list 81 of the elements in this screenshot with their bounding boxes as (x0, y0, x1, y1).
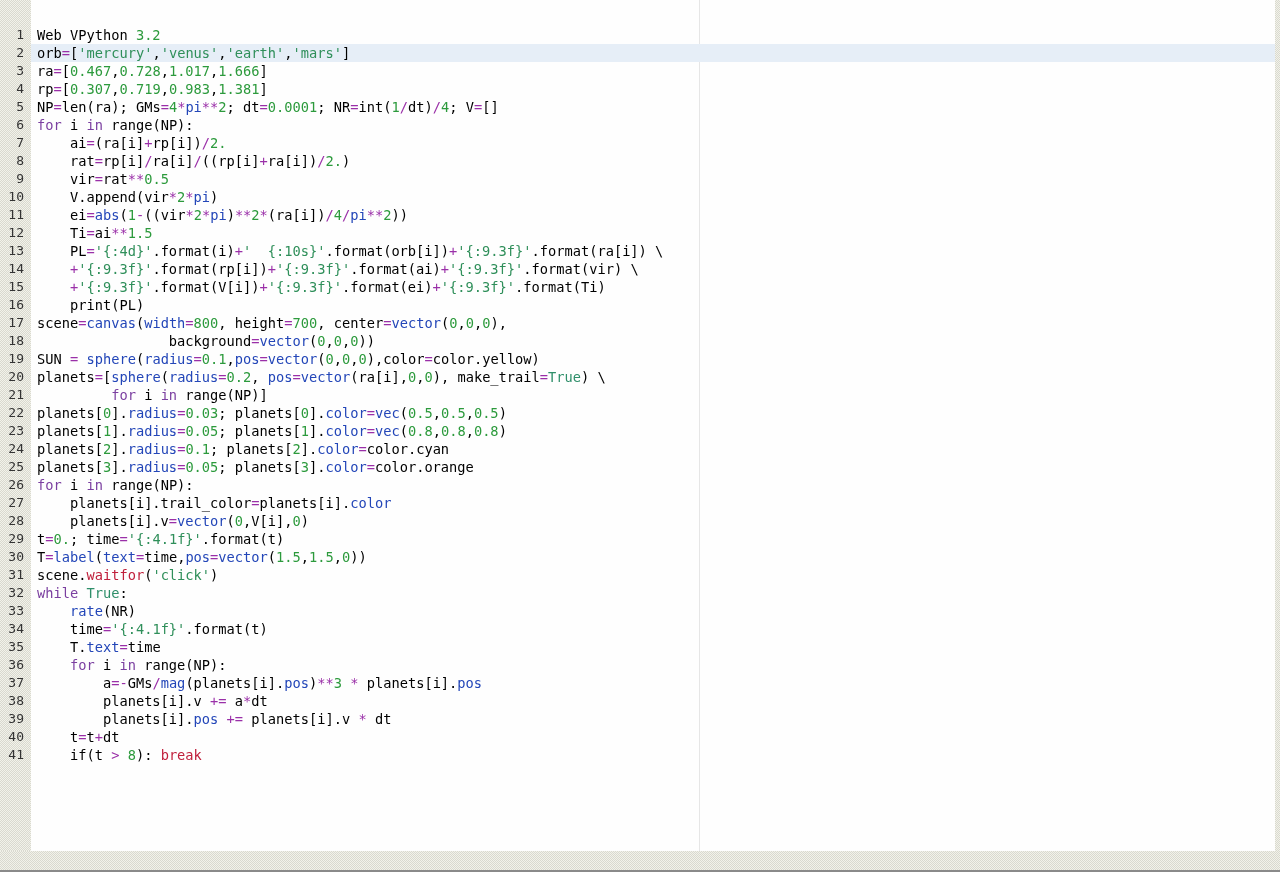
line-number: 14 (7, 260, 25, 278)
code-line[interactable]: Ti=ai**1.5 (31, 224, 1275, 242)
code-line[interactable]: SUN = sphere(radius=0.1,pos=vector(0,0,0),color=color.yellow) (31, 350, 1275, 368)
line-number: 37 (7, 674, 25, 692)
code-line[interactable]: V.append(vir*2*pi) (31, 188, 1275, 206)
code-line[interactable]: rate(NR) (31, 602, 1275, 620)
line-number: 20 (7, 368, 25, 386)
code-line[interactable]: planets[i].pos += planets[i].v * dt (31, 710, 1275, 728)
code-line[interactable]: scene=canvas(width=800, height=700, center=vector(0,0,0), (31, 314, 1275, 332)
line-number: 35 (7, 638, 25, 656)
code-line[interactable]: planets[1].radius=0.05; planets[1].color=vec(0.8,0.8,0.8) (31, 422, 1275, 440)
line-number: 33 (7, 602, 25, 620)
line-number: 5 (15, 98, 25, 116)
line-number: 34 (7, 620, 25, 638)
line-number: 32 (7, 584, 25, 602)
code-line[interactable]: while True: (31, 584, 1275, 602)
code-line[interactable]: for i in range(NP): (31, 116, 1275, 134)
code-line[interactable]: time='{:4.1f}'.format(t) (31, 620, 1275, 638)
line-number: 17 (7, 314, 25, 332)
line-number: 12 (7, 224, 25, 242)
line-number: 4 (15, 80, 25, 98)
code-line[interactable]: print(PL) (31, 296, 1275, 314)
line-number: 38 (7, 692, 25, 710)
line-number: 13 (7, 242, 25, 260)
code-line[interactable]: if(t > 8): break (31, 746, 1275, 764)
line-number: 11 (7, 206, 25, 224)
code-line[interactable]: planets[i].v += a*dt (31, 692, 1275, 710)
line-number: 10 (7, 188, 25, 206)
line-number: 29 (7, 530, 25, 548)
code-line[interactable]: for i in range(NP): (31, 656, 1275, 674)
line-number: 19 (7, 350, 25, 368)
line-number: 3 (15, 62, 25, 80)
code-line[interactable]: +'{:9.3f}'.format(V[i])+'{:9.3f}'.format(ei)+'{:9.3f}'.format(Ti) (31, 278, 1275, 296)
line-number: 24 (7, 440, 25, 458)
line-number: 16 (7, 296, 25, 314)
line-number: 25 (7, 458, 25, 476)
line-number: 7 (15, 134, 25, 152)
code-line[interactable]: ei=abs(1-((vir*2*pi)**2*(ra[i])/4/pi**2)) (31, 206, 1275, 224)
line-number: 39 (7, 710, 25, 728)
line-number: 6 (15, 116, 25, 134)
code-line[interactable]: t=0.; time='{:4.1f}'.format(t) (31, 530, 1275, 548)
code-line[interactable]: planets=[sphere(radius=0.2, pos=vector(ra[i],0,0), make_trail=True) \ (31, 368, 1275, 386)
line-number: 41 (7, 746, 25, 764)
code-line[interactable]: ra=[0.467,0.728,1.017,1.666] (31, 62, 1275, 80)
code-line[interactable]: scene.waitfor('click') (31, 566, 1275, 584)
code-line[interactable]: planets[i].trail_color=planets[i].color (31, 494, 1275, 512)
code-line[interactable]: ai=(ra[i]+rp[i])/2. (31, 134, 1275, 152)
line-number: 15 (7, 278, 25, 296)
line-number: 30 (7, 548, 25, 566)
code-line[interactable]: planets[3].radius=0.05; planets[3].color=color.orange (31, 458, 1275, 476)
code-line[interactable]: planets[2].radius=0.1; planets[2].color=color.cyan (31, 440, 1275, 458)
line-number: 2 (15, 44, 25, 62)
line-number: 26 (7, 476, 25, 494)
code-line[interactable]: PL='{:4d}'.format(i)+' {:10s}'.format(orb[i])+'{:9.3f}'.format(ra[i]) \ (31, 242, 1275, 260)
code-line[interactable]: rat=rp[i]/ra[i]/((rp[i]+ra[i])/2.) (31, 152, 1275, 170)
code-line[interactable]: for i in range(NP): (31, 476, 1275, 494)
line-number: 31 (7, 566, 25, 584)
code-line[interactable]: T.text=time (31, 638, 1275, 656)
code-line[interactable]: +'{:9.3f}'.format(rp[i])+'{:9.3f}'.format(ai)+'{:9.3f}'.format(vir) \ (31, 260, 1275, 278)
code-line[interactable]: for i in range(NP)] (31, 386, 1275, 404)
code-line[interactable]: vir=rat**0.5 (31, 170, 1275, 188)
code-line[interactable]: a=-GMs/mag(planets[i].pos)**3 * planets[i].pos (31, 674, 1275, 692)
line-number: 22 (7, 404, 25, 422)
line-number: 36 (7, 656, 25, 674)
line-number: 8 (15, 152, 25, 170)
code-line[interactable]: NP=len(ra); GMs=4*pi**2; dt=0.0001; NR=int(1/dt)/4; V=[] (31, 98, 1275, 116)
code-line[interactable]: rp=[0.307,0.719,0.983,1.381] (31, 80, 1275, 98)
line-number: 27 (7, 494, 25, 512)
code-line[interactable]: T=label(text=time,pos=vector(1.5,1.5,0)) (31, 548, 1275, 566)
line-number: 21 (7, 386, 25, 404)
code-line[interactable]: background=vector(0,0,0)) (31, 332, 1275, 350)
line-number: 18 (7, 332, 25, 350)
line-number: 23 (7, 422, 25, 440)
line-number: 40 (7, 728, 25, 746)
code-line[interactable]: t=t+dt (31, 728, 1275, 746)
code-line[interactable]: planets[0].radius=0.03; planets[0].color=vec(0.5,0.5,0.5) (31, 404, 1275, 422)
line-number: 28 (7, 512, 25, 530)
line-number: 1 (15, 26, 25, 44)
line-number: 9 (15, 170, 25, 188)
code-line[interactable]: Web VPython 3.2 (31, 26, 1275, 44)
code-line[interactable]: planets[i].v=vector(0,V[i],0) (31, 512, 1275, 530)
